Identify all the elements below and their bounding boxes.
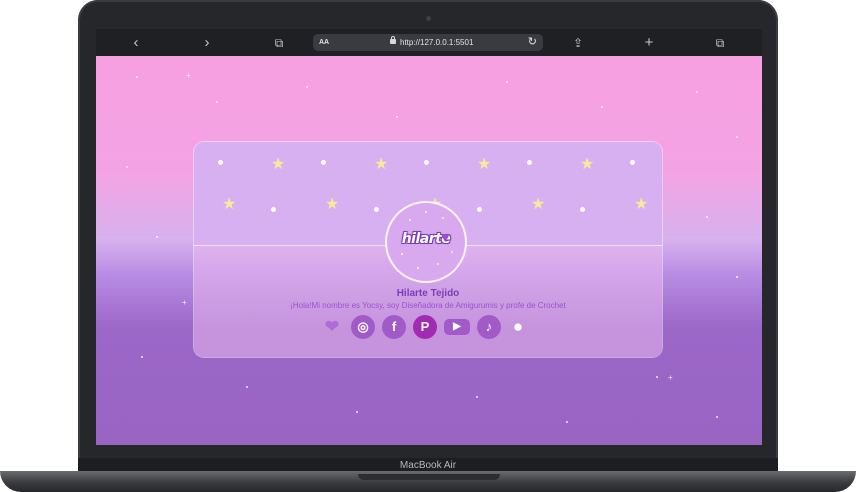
profile-name: Hilarte Tejido [396,288,460,299]
address-bar[interactable]: AA http://127.0.0.1:5501 ↻ [313,34,543,51]
back-icon[interactable]: ‹ [126,33,146,53]
sparkle [566,421,568,423]
web-page: + + + ★ ★ ★ ★ ★ ★ ★ ★ hilarte ♥ Hilarte … [96,56,762,445]
sparkle [476,396,478,398]
dot [424,160,429,165]
sparkle [396,116,398,118]
sparkle [451,251,453,253]
sparkle [425,211,427,213]
star-icon: ★ [222,196,237,213]
star-icon: ★ [271,156,286,173]
star-icon: ★ [477,156,492,173]
dot [271,207,276,212]
dot [321,160,326,165]
reader-icon[interactable]: ⧉ [269,33,289,53]
github-icon[interactable]: ● [506,315,530,339]
social-links: ❤ ◎ f P ▶ ♪ ● [320,315,538,341]
share-icon[interactable]: ⇪ [568,33,588,53]
facebook-icon[interactable]: f [382,315,406,339]
camera-icon [426,16,431,21]
star-icon: ★ [325,196,340,213]
sparkle-plus: + [182,298,187,307]
sparkle [736,276,738,278]
profile-card: ★ ★ ★ ★ ★ ★ ★ ★ ★ [194,142,662,357]
sparkle-plus: + [186,71,191,80]
sparkle [141,356,143,358]
sparkle [736,136,738,138]
profile-bio: ¡Hola!Mi nombre es Yocsy, soy Diseñadora… [290,301,566,310]
sparkle [216,101,218,103]
heart-icon: ♥ [441,229,450,245]
forward-icon[interactable]: › [197,33,217,53]
model-label: MacBook Air [399,460,457,471]
dot [374,207,379,212]
sparkle [706,216,708,218]
star-icon: ★ [531,196,546,213]
laptop-notch [358,474,500,480]
dot [477,207,482,212]
sparkle [601,106,603,108]
sparkle [401,253,403,255]
dot [218,160,223,165]
star-icon: ★ [634,196,649,213]
lock-icon [390,36,396,44]
sparkle [409,219,411,221]
text-size-button[interactable]: AA [319,34,329,51]
star-icon: ★ [580,156,595,173]
hilarte-link-icon[interactable]: ❤ [320,315,344,339]
browser-toolbar: ‹ › ⧉ AA http://127.0.0.1:5501 ↻ ⇪ + ⧉ [96,29,762,56]
sparkle [306,86,308,88]
sparkle [156,236,158,238]
dot [580,207,585,212]
sparkle [696,91,698,93]
sparkle [246,386,248,388]
sparkle [506,81,508,83]
dot [527,160,532,165]
url-text[interactable]: http://127.0.0.1:5501 [400,34,473,51]
sparkle [126,166,128,168]
pinterest-icon[interactable]: P [413,315,437,339]
new-tab-icon[interactable]: + [639,33,659,53]
reload-icon[interactable]: ↻ [528,34,537,51]
star-icon: ★ [374,156,389,173]
youtube-icon[interactable]: ▶ [444,319,470,335]
sparkle [656,376,658,378]
sparkle [442,217,444,219]
screen: ‹ › ⧉ AA http://127.0.0.1:5501 ↻ ⇪ + ⧉ +… [96,29,762,445]
sparkle [417,267,419,269]
sparkle [356,411,358,413]
sparkle [437,263,439,265]
sparkle-plus: + [668,373,673,382]
tiktok-icon[interactable]: ♪ [477,315,501,339]
sparkle [716,416,718,418]
dot [630,160,635,165]
tabs-icon[interactable]: ⧉ [710,33,730,53]
instagram-icon[interactable]: ◎ [351,315,375,339]
avatar: hilarte ♥ [387,203,465,281]
sparkle [136,76,138,78]
